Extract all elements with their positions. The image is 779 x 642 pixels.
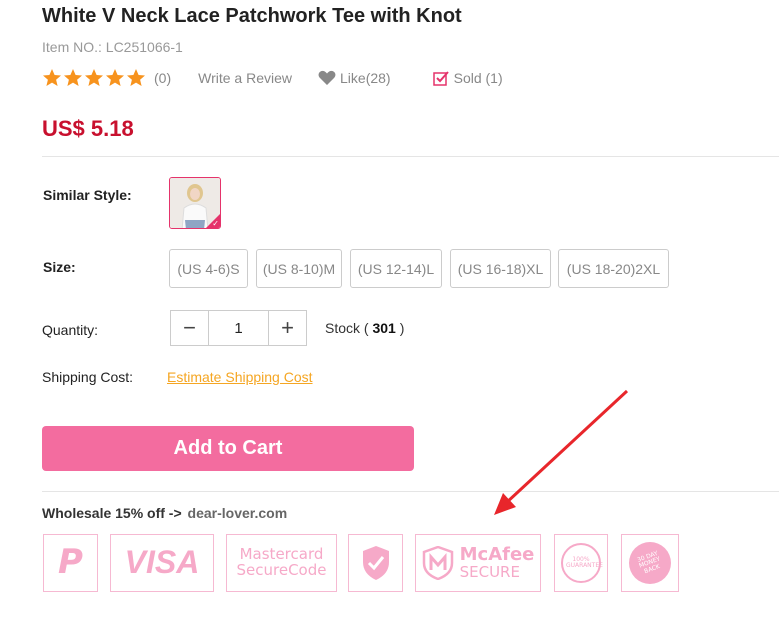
price: US$ 5.18 xyxy=(42,116,134,141)
divider xyxy=(42,491,779,492)
review-count[interactable]: (0) xyxy=(154,70,171,86)
stock-value: 301 xyxy=(372,320,396,336)
star-icon xyxy=(85,69,103,86)
rating-row: (0) Write a Review Like(28) Sold (1) xyxy=(42,68,503,88)
guarantee-text: 100% GUARANTEE xyxy=(566,555,603,569)
mcafee-line1: McAfee xyxy=(459,543,535,565)
product-title: White V Neck Lace Patchwork Tee with Kno… xyxy=(42,5,462,27)
shield-icon xyxy=(362,546,389,580)
decrease-button[interactable]: − xyxy=(171,311,208,345)
stock-info: Stock ( 301 ) xyxy=(325,320,404,336)
like-button[interactable]: Like(28) xyxy=(318,70,391,86)
similar-style-thumbnail[interactable]: ✓ xyxy=(169,177,221,229)
quantity-input[interactable]: 1 xyxy=(208,311,269,345)
star-icon xyxy=(127,69,145,86)
star-icon xyxy=(64,69,82,86)
size-option-s[interactable]: (US 4-6)S xyxy=(169,249,248,288)
star-rating xyxy=(42,68,146,88)
star-icon xyxy=(43,69,61,86)
mastercard-line2: SecureCode xyxy=(236,561,327,579)
shipping-cost-label: Shipping Cost: xyxy=(42,369,134,385)
mastercard-securecode-icon: Mastercard SecureCode xyxy=(226,534,337,592)
stock-prefix: Stock ( xyxy=(325,320,369,336)
quantity-label: Quantity: xyxy=(42,322,99,338)
mcafee-secure-icon: McAfee SECURE xyxy=(415,534,541,592)
mcafee-line2: SECURE xyxy=(459,562,520,581)
sold-indicator: Sold (1) xyxy=(432,70,503,87)
add-to-cart-button[interactable]: Add to Cart xyxy=(42,426,414,471)
like-count: Like(28) xyxy=(340,70,391,86)
size-label: Size: xyxy=(43,259,76,275)
wholesale-info: Wholesale 15% off -> dear-lover.com xyxy=(42,505,287,521)
similar-style-label: Similar Style: xyxy=(43,187,132,203)
star-icon xyxy=(106,69,124,86)
mcafee-shield-icon xyxy=(422,546,453,580)
paypal-icon: P xyxy=(43,534,98,592)
money-back-text: 30 DAY MONEY BACK xyxy=(636,549,662,575)
shield-check-icon xyxy=(348,534,403,592)
wholesale-text: Wholesale 15% off -> xyxy=(42,505,182,521)
guarantee-icon: 100% GUARANTEE xyxy=(554,534,608,592)
wholesale-site[interactable]: dear-lover.com xyxy=(188,505,288,521)
divider xyxy=(42,156,779,157)
paypal-mark: P xyxy=(58,542,83,583)
sold-check-icon xyxy=(432,70,449,86)
estimate-shipping-link[interactable]: Estimate Shipping Cost xyxy=(167,369,313,385)
visa-mark: VISA xyxy=(124,544,200,581)
check-icon: ✓ xyxy=(212,219,219,228)
size-option-2xl[interactable]: (US 18-20)2XL xyxy=(558,249,669,288)
visa-icon: VISA xyxy=(110,534,214,592)
stock-suffix: ) xyxy=(399,320,405,336)
write-review-link[interactable]: Write a Review xyxy=(198,70,292,86)
sold-count: Sold (1) xyxy=(453,70,503,86)
mcafee-text: McAfee SECURE xyxy=(459,543,535,581)
size-option-xl[interactable]: (US 16-18)XL xyxy=(450,249,551,288)
money-back-seal: 30 DAY MONEY BACK xyxy=(629,542,671,584)
guarantee-seal: 100% GUARANTEE xyxy=(561,543,603,583)
increase-button[interactable]: + xyxy=(269,311,306,345)
size-option-l[interactable]: (US 12-14)L xyxy=(350,249,442,288)
money-back-icon: 30 DAY MONEY BACK xyxy=(621,534,679,592)
mastercard-text: Mastercard SecureCode xyxy=(236,546,327,579)
size-option-m[interactable]: (US 8-10)M xyxy=(256,249,342,288)
quantity-stepper: − 1 + xyxy=(170,310,307,346)
item-number: Item NO.: LC251066-1 xyxy=(42,39,183,55)
heart-icon xyxy=(318,70,336,85)
